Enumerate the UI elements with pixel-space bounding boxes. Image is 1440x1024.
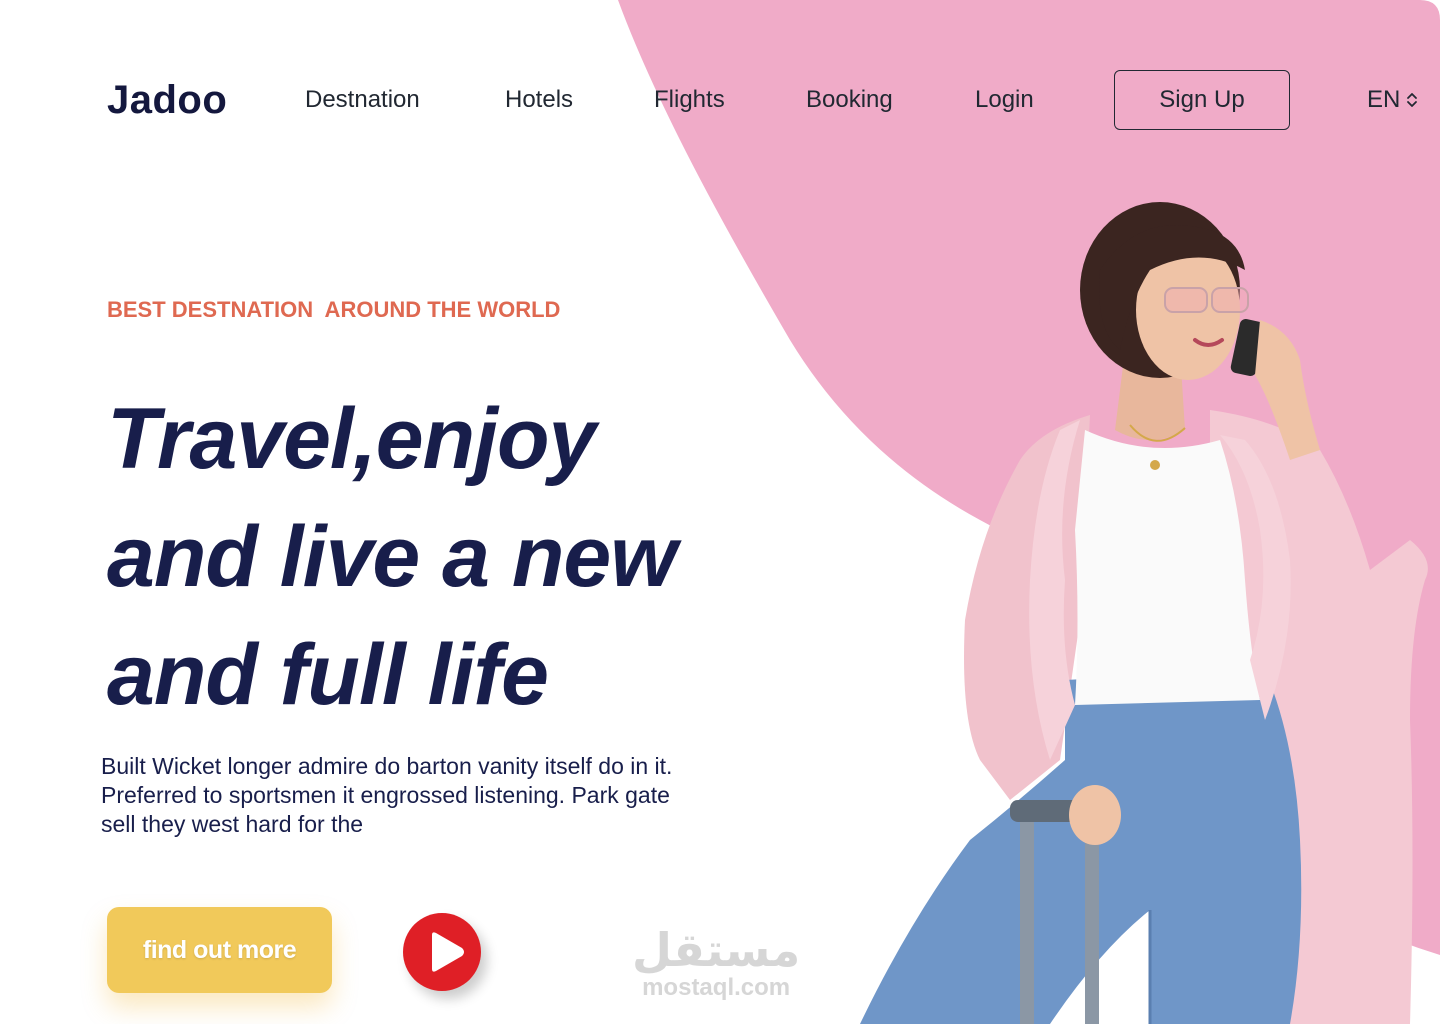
jeans xyxy=(860,670,1302,1024)
nav-destination[interactable]: Destnation xyxy=(305,86,420,114)
suitcase-handle-left xyxy=(1020,800,1034,1024)
glasses-right xyxy=(1211,287,1249,313)
glasses xyxy=(1164,287,1208,313)
nav-login[interactable]: Login xyxy=(975,86,1034,114)
hero-headline: Travel,enjoy and live a new and full lif… xyxy=(107,380,677,734)
play-demo-button[interactable] xyxy=(403,913,481,991)
find-out-more-button[interactable]: find out more xyxy=(107,907,332,993)
traveler-photo xyxy=(860,202,1428,1024)
nav-booking[interactable]: Booking xyxy=(806,86,893,114)
play-icon xyxy=(432,932,464,972)
description-line: Preferred to sportsmen it engrossed list… xyxy=(101,782,670,808)
nav-hotels[interactable]: Hotels xyxy=(505,86,573,114)
description-line: Built Wicket longer admire do barton van… xyxy=(101,753,673,779)
hand-suitcase xyxy=(1069,785,1121,845)
hero-eyebrow: BEST DESTNATION AROUND THE WORLD xyxy=(107,297,561,322)
headline-line: Travel,enjoy xyxy=(107,391,596,487)
sort-arrows-icon xyxy=(1407,93,1418,107)
watermark-arabic: مستقل xyxy=(632,923,801,977)
language-selector[interactable]: EN xyxy=(1367,86,1418,114)
watermark: مستقل mostaql.com xyxy=(632,925,800,1001)
logo[interactable]: Jadoo xyxy=(107,78,227,123)
language-label: EN xyxy=(1367,86,1401,113)
headline-line: and live a new xyxy=(107,509,677,605)
signup-button[interactable]: Sign Up xyxy=(1114,70,1290,130)
necklace-pendant xyxy=(1150,460,1160,470)
watermark-latin: mostaql.com xyxy=(642,974,791,1001)
hero-description: Built Wicket longer admire do barton van… xyxy=(101,752,781,839)
description-line: sell they west hard for the xyxy=(101,811,364,837)
headline-line: and full life xyxy=(107,627,549,723)
nav-flights[interactable]: Flights xyxy=(654,86,725,114)
